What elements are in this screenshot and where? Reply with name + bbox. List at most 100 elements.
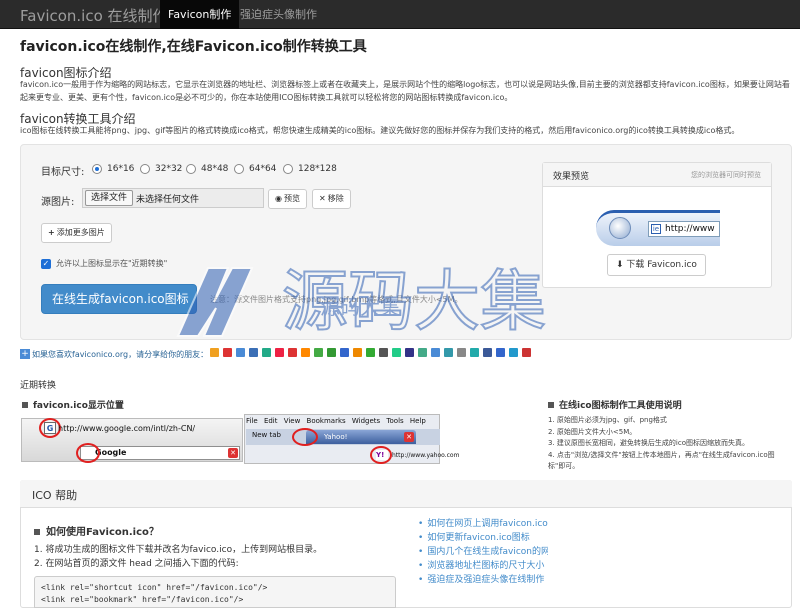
share-service-icon[interactable] [275, 348, 284, 357]
preview-note: 您的浏览器可同时预览 [691, 171, 761, 179]
radio-dot[interactable] [186, 164, 196, 174]
help-step: 2. 在网站首页的源文件 head 之间插入下面的代码: [34, 559, 239, 569]
share-row: + 如果您喜欢faviconico.org，请分享给你的朋友： [20, 348, 790, 360]
show-recent-checkbox[interactable]: ✓ 允许以上图标显示在"近期转换" [41, 258, 167, 269]
preview-address-bar: ie http://www [648, 221, 720, 237]
tab-favicon[interactable]: Favicon制作 [160, 0, 240, 29]
share-service-icon[interactable] [405, 348, 414, 357]
radio-dot[interactable] [140, 164, 150, 174]
source-label: 源图片: [41, 197, 75, 208]
help-question: 如何使用Favicon.ico？ [34, 523, 159, 538]
size-radio-64[interactable]: 64*64 [234, 163, 276, 175]
yahoo-tab: Yahoo! [306, 430, 416, 444]
plus-icon: + [48, 228, 55, 237]
help-link[interactable]: 国内几个在线生成favicon的网站 [418, 545, 548, 559]
choose-file-button[interactable]: 选择文件 [85, 190, 134, 206]
menu-bar: File Edit View Bookmarks Widgets Tools H… [246, 417, 426, 425]
page-title: favicon.ico在线制作,在线Favicon.ico制作转换工具 [20, 39, 367, 55]
share-service-icon[interactable] [210, 348, 219, 357]
globe-icon [609, 217, 631, 239]
file-status: 未选择任何文件 [136, 195, 200, 205]
close-icon: ✕ [228, 448, 238, 458]
navbar: Favicon.ico 在线制作 Favicon制作 强迫症头像制作 [0, 0, 800, 29]
share-icons [210, 348, 535, 357]
check-icon[interactable]: ✓ [41, 258, 51, 269]
share-text[interactable]: 如果您喜欢faviconico.org，请分享给你的朋友： [32, 349, 208, 360]
share-service-icon[interactable] [223, 348, 232, 357]
share-service-icon[interactable] [379, 348, 388, 357]
generate-button[interactable]: 在线生成favicon.ico图标 [41, 284, 197, 314]
share-service-icon[interactable] [236, 348, 245, 357]
tool-intro-text: ico图标在线转换工具能将png、jpg、gif等图片的格式转换成ico格式，帮… [20, 126, 740, 135]
share-service-icon[interactable] [431, 348, 440, 357]
help-title: ICO 帮助 [32, 489, 78, 502]
share-service-icon[interactable] [496, 348, 505, 357]
help-link[interactable]: 浏览器地址栏图标的尺寸大小 [418, 559, 548, 573]
recent-title: 近期转换 [20, 381, 57, 391]
share-service-icon[interactable] [262, 348, 271, 357]
close-icon: ✕ [319, 194, 326, 203]
share-service-icon[interactable] [392, 348, 401, 357]
share-plus-icon[interactable]: + [20, 349, 30, 359]
share-service-icon[interactable] [483, 348, 492, 357]
eye-icon: ◉ [275, 194, 282, 203]
instruction-item: 3. 建议原图长宽相同，避免转换后生成的ico图标因缩放而失真。 [548, 439, 749, 447]
help-link[interactable]: 如何更新favicon.ico图标 [418, 531, 548, 545]
help-link[interactable]: 强迫症及强迫症头像在线制作 [418, 573, 548, 587]
share-service-icon[interactable] [444, 348, 453, 357]
yahoo-url: http://www.yahoo.com [392, 452, 460, 459]
instruction-item: 2. 原始图片文件大小<5M。 [548, 427, 637, 436]
share-service-icon[interactable] [249, 348, 258, 357]
remove-button[interactable]: ✕ 移除 [312, 189, 351, 209]
share-service-icon[interactable] [418, 348, 427, 357]
share-service-icon[interactable] [522, 348, 531, 357]
intro-text: favicon.ico一般用于作为缩略的网站标志，它显示在浏览器的地址栏、浏览器… [20, 80, 790, 102]
size-label: 目标尺寸: [41, 167, 85, 178]
help-step: 1. 将成功生成的图标文件下载并改名为favico.ico，上传到网站根目录。 [34, 545, 323, 555]
share-service-icon[interactable] [353, 348, 362, 357]
brand-link[interactable]: Favicon.ico 在线制作 [20, 5, 168, 26]
download-icon: ⬇ [616, 260, 627, 270]
shot-google-tab: Google [80, 446, 240, 460]
help-header [20, 480, 792, 508]
size-radio-16[interactable]: 16*16 [92, 163, 134, 175]
share-service-icon[interactable] [314, 348, 323, 357]
share-service-icon[interactable] [470, 348, 479, 357]
help-link[interactable]: 如何在网页上调用favicon.ico [418, 517, 548, 531]
share-service-icon[interactable] [509, 348, 518, 357]
code-line: <link rel="bookmark" href="/favicon.ico"… [41, 595, 244, 604]
size-radio-48[interactable]: 48*48 [186, 163, 228, 175]
radio-dot[interactable] [92, 164, 102, 174]
add-more-button[interactable]: + 添加更多图片 [41, 223, 112, 243]
highlight-ring [370, 446, 392, 464]
share-service-icon[interactable] [288, 348, 297, 357]
preview-header: 效果预览 您的浏览器可同时预览 [543, 163, 771, 187]
highlight-ring [76, 443, 100, 463]
instruction-item: 4. 点击"浏览/选择文件"按钮上传本地图片，再点"在线生成favicon.ic… [548, 450, 775, 471]
preview-title: 效果预览 [553, 172, 590, 182]
highlight-ring [292, 428, 318, 446]
new-tab: New tab [252, 431, 281, 439]
help-links: 如何在网页上调用favicon.ico 如何更新favicon.ico图标 国内… [418, 517, 548, 587]
favicon-preview-icon: ie [651, 224, 661, 234]
file-input[interactable]: 选择文件 未选择任何文件 [82, 188, 264, 208]
tab-avatar[interactable]: 强迫症头像制作 [232, 0, 325, 29]
radio-dot[interactable] [234, 164, 244, 174]
close-icon: ✕ [404, 432, 414, 442]
share-service-icon[interactable] [327, 348, 336, 357]
radio-dot[interactable] [283, 164, 293, 174]
instructions-title: 在线ico图标制作工具使用说明 [548, 398, 788, 411]
size-radio-32[interactable]: 32*32 [140, 163, 182, 175]
preview-button[interactable]: ◉ 预览 [268, 189, 307, 209]
download-button[interactable]: ⬇ 下载 Favicon.ico [607, 254, 706, 276]
share-service-icon[interactable] [340, 348, 349, 357]
size-radio-128[interactable]: 128*128 [283, 163, 337, 175]
display-title: favicon.ico显示位置 [22, 398, 124, 411]
share-service-icon[interactable] [457, 348, 466, 357]
share-service-icon[interactable] [301, 348, 310, 357]
square-bullet-icon [548, 402, 554, 408]
format-hint: 注意：源文件图片格式支持png,jpg,gif,bmp等格式,且文件大小<5M。 [210, 295, 463, 304]
share-service-icon[interactable] [366, 348, 375, 357]
instruction-item: 1. 原始图片必须为jpg、gif、png格式 [548, 416, 667, 424]
code-block: <link rel="shortcut icon" href="/favicon… [34, 576, 396, 608]
